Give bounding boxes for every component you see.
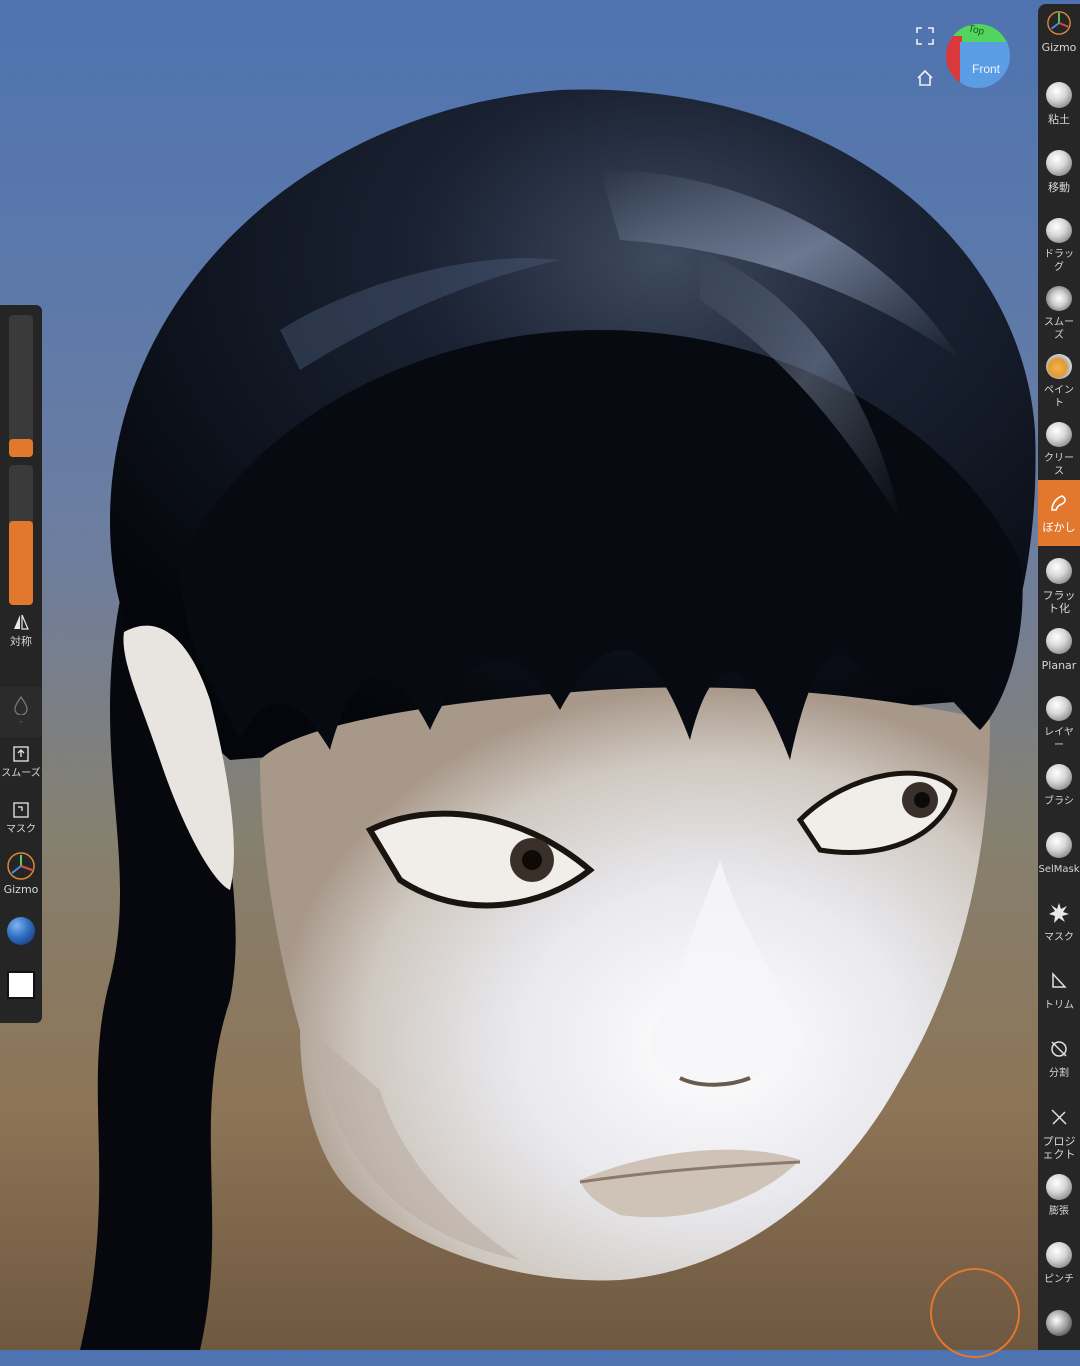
- tool-selmask-label: SelMask: [1038, 864, 1080, 875]
- smooth-label: スムーズ: [1, 768, 41, 779]
- tool-smooth[interactable]: スムーズ: [1038, 276, 1080, 342]
- tool-selmask[interactable]: SelMask: [1038, 822, 1080, 888]
- tool-gizmo-label: Gizmo: [1041, 41, 1077, 54]
- pressure-drop-icon: [14, 695, 28, 715]
- tool-split[interactable]: 分割: [1038, 1026, 1080, 1092]
- mask-toggle-icon: [13, 802, 29, 818]
- brush-ball-icon: [1046, 1310, 1072, 1336]
- brush-cursor: [930, 1268, 1020, 1358]
- symmetry-label: 対称: [10, 635, 32, 648]
- tool-project-label: プロジェクト: [1042, 1135, 1076, 1161]
- flatten-brush-icon: [1046, 558, 1072, 584]
- gizmo-shortcut[interactable]: Gizmo: [0, 851, 42, 897]
- tool-paint-label: ペイント: [1044, 385, 1074, 409]
- tool-project[interactable]: プロジェクト: [1038, 1094, 1080, 1174]
- tool-paint[interactable]: ペイント: [1038, 344, 1080, 410]
- mask-label: マスク: [6, 824, 36, 835]
- tool-planar[interactable]: Planar: [1038, 618, 1080, 684]
- pressure-label: -: [19, 717, 23, 727]
- gizmo-axes-icon: [1046, 10, 1072, 36]
- tool-flatten-label: フラット化: [1042, 589, 1076, 615]
- tool-sidebar: Gizmo 粘土 移動 ドラッグ スムーズ ペイント クリース ぼかし フラット…: [1038, 4, 1080, 1350]
- tool-crease[interactable]: クリース: [1038, 412, 1080, 478]
- tool-smooth-label: スムーズ: [1044, 317, 1074, 341]
- tool-clay-label: 粘土: [1048, 113, 1070, 126]
- intensity-slider-fill: [9, 521, 33, 605]
- tool-mask[interactable]: マスク: [1038, 890, 1080, 956]
- tool-brush[interactable]: ブラシ: [1038, 754, 1080, 820]
- tool-layer-label: レイヤー: [1044, 727, 1074, 751]
- sculpted-head-model: [80, 89, 1036, 1350]
- trim-icon: [1046, 968, 1072, 994]
- color-swatch: [7, 971, 35, 999]
- symmetry-icon: [14, 614, 29, 630]
- material-button[interactable]: [0, 917, 42, 945]
- selmask-brush-icon: [1046, 832, 1072, 858]
- inflate-brush-icon: [1046, 1174, 1072, 1200]
- tool-pinch-label: ピンチ: [1044, 1274, 1074, 1285]
- tool-drag-label: ドラッグ: [1044, 249, 1074, 273]
- smooth-toggle-icon: [13, 746, 29, 762]
- tool-move[interactable]: 移動: [1038, 140, 1080, 206]
- tool-mask-label: マスク: [1044, 932, 1074, 943]
- tool-inflate-label: 膨張: [1049, 1206, 1069, 1217]
- standard-brush-icon: [1046, 764, 1072, 790]
- navigation-cube[interactable]: Top Front: [946, 24, 1010, 88]
- tool-move-label: 移動: [1048, 181, 1070, 194]
- planar-brush-icon: [1046, 628, 1072, 654]
- paint-brush-icon: [1046, 354, 1072, 379]
- tool-brush-label: ブラシ: [1044, 796, 1074, 807]
- tool-drag[interactable]: ドラッグ: [1038, 208, 1080, 274]
- tool-inflate[interactable]: 膨張: [1038, 1164, 1080, 1230]
- symmetry-toggle[interactable]: 対称: [0, 613, 42, 649]
- fullscreen-button[interactable]: [911, 22, 939, 50]
- project-icon: [1046, 1104, 1072, 1130]
- clay-brush-icon: [1046, 82, 1072, 108]
- nav-cube-front-label: Front: [972, 62, 1001, 76]
- tool-trim-label: トリム: [1044, 1000, 1074, 1011]
- home-view-button[interactable]: [911, 64, 939, 92]
- split-icon: [1046, 1036, 1072, 1062]
- color-button[interactable]: [0, 971, 42, 999]
- tool-crease-label: クリース: [1044, 453, 1074, 477]
- tool-clay[interactable]: 粘土: [1038, 72, 1080, 138]
- tool-trim[interactable]: トリム: [1038, 958, 1080, 1024]
- tool-split-label: 分割: [1049, 1068, 1069, 1079]
- tool-pinch[interactable]: ピンチ: [1038, 1232, 1080, 1298]
- tool-blur-label: ぼかし: [1042, 521, 1076, 534]
- smooth-brush-icon: [1046, 286, 1072, 311]
- tool-gizmo[interactable]: Gizmo: [1038, 4, 1080, 70]
- gizmo-label: Gizmo: [3, 883, 39, 896]
- crease-brush-icon: [1046, 422, 1072, 447]
- fullscreen-corners-icon: [916, 27, 934, 45]
- gizmo-axes-icon: [7, 852, 35, 880]
- pinch-brush-icon: [1046, 1242, 1072, 1268]
- drag-brush-icon: [1046, 218, 1072, 243]
- tool-blur[interactable]: ぼかし: [1038, 480, 1080, 546]
- tool-layer[interactable]: レイヤー: [1038, 686, 1080, 752]
- mask-splat-icon: [1046, 900, 1072, 926]
- radius-slider[interactable]: [9, 315, 33, 457]
- tool-planar-label: Planar: [1041, 659, 1077, 672]
- tool-more[interactable]: [1038, 1300, 1080, 1366]
- sculpt-viewport[interactable]: [0, 0, 1080, 1350]
- material-ball-icon: [7, 917, 35, 945]
- pressure-toggle[interactable]: -: [0, 687, 42, 737]
- home-icon: [917, 69, 933, 86]
- mask-shortcut[interactable]: マスク: [0, 801, 42, 837]
- intensity-slider[interactable]: [9, 465, 33, 605]
- move-brush-icon: [1046, 150, 1072, 176]
- brush-settings-panel: 対称 - スムーズ マスク Gizmo: [0, 305, 42, 1023]
- radius-slider-fill: [9, 439, 33, 457]
- layer-brush-icon: [1046, 696, 1072, 721]
- tool-flatten[interactable]: フラット化: [1038, 548, 1080, 628]
- smooth-shortcut[interactable]: スムーズ: [0, 745, 42, 781]
- blur-brush-icon: [1046, 490, 1072, 516]
